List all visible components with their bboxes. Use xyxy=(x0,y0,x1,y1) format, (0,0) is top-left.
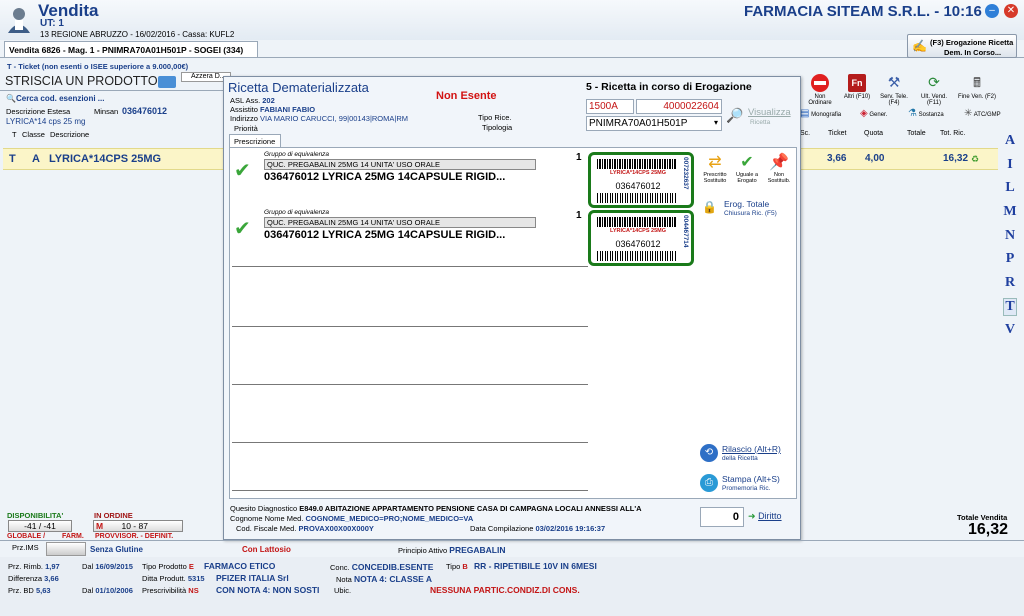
altri-button[interactable]: Fn Altri (F10) xyxy=(840,74,874,100)
minsan-value: 036476012 xyxy=(122,106,168,116)
table-header-right: Sc. Ticket Quota Totale Tot. Ric. xyxy=(800,130,966,137)
prescritto-sostituito-button[interactable]: ⇄ Prescritto Sostituito xyxy=(700,152,730,184)
index-letter[interactable]: A xyxy=(1003,133,1017,149)
product-desc: LYRICA*14 cps 25 mg xyxy=(6,117,86,126)
index-letter[interactable]: P xyxy=(1003,251,1017,267)
dialog-title: Ricetta Dematerializzata xyxy=(228,80,369,95)
swap-arrows-icon: ⇄ xyxy=(708,154,722,171)
close-icon[interactable]: ✕ xyxy=(1004,4,1018,18)
non-ordinare-button[interactable]: Non Ordinare xyxy=(802,74,838,106)
quantity: 1 xyxy=(576,152,582,163)
gruppo-equivalenza-field: QUC. PREGABALIN 25MG 14 UNITA' USO ORALE xyxy=(264,217,536,228)
cf-select[interactable]: PNIMRA70A01H501P ▾ xyxy=(586,116,722,131)
status-label: 5 - Ricetta in corso di Erogazione xyxy=(586,81,752,93)
product-name: 036476012 LYRICA 25MG 14CAPSULE RIGID... xyxy=(264,171,506,183)
non-sostituibile-button[interactable]: 📌 Non Sostituib. xyxy=(764,152,794,184)
region-code-field[interactable]: 1500A xyxy=(586,99,634,114)
product-details: Prz. Rimb. 1,97 Dal 16/09/2015 Tipo Prod… xyxy=(0,557,1024,616)
tab-prescrizione[interactable]: Prescrizione xyxy=(229,134,281,147)
totale-vendita: 16,32 xyxy=(968,521,1009,538)
cash-register-icon: 🖩 xyxy=(973,75,981,90)
cerca-esenzioni-link[interactable]: 🔍Cerca cod. esenzioni ... xyxy=(6,94,104,103)
in-ordine-value: M 10 - 87 xyxy=(93,520,183,532)
tab-vendita[interactable]: Vendita 6826 - Mag. 1 - PNIMRA70A01H501P… xyxy=(4,41,258,58)
checkmark-icon: ✔ xyxy=(234,218,251,240)
ult-vend-button[interactable]: ⟳ Ult. Vend. (F11) xyxy=(914,74,954,106)
pen-icon: ✍ xyxy=(912,39,927,53)
diritto-button[interactable]: ➜ Diritto xyxy=(748,511,782,522)
lock-icon: 🔒 xyxy=(702,200,717,214)
prescription-panel: ✔ Gruppo di equivalenza QUC. PREGABALIN 25… xyxy=(229,147,797,499)
index-letter[interactable]: T xyxy=(1003,298,1017,316)
checkmark-icon: ✔ xyxy=(740,154,754,171)
minsan-label: Minsan xyxy=(94,107,119,116)
gener-button[interactable]: ◈ Gener. xyxy=(860,108,900,119)
uguale-erogato-button[interactable]: ✔ Uguale a Erogato xyxy=(732,152,762,184)
printer-icon: ⎙ xyxy=(700,474,718,492)
prz-ims-field xyxy=(46,542,86,556)
index-letter[interactable]: R xyxy=(1003,275,1017,291)
barcode-label[interactable]: LYRICA*14CPS 25MG 036476012 004467714 xyxy=(588,210,694,266)
history-icon: ⟳ xyxy=(928,74,940,90)
pill-icon: ◈ xyxy=(860,108,868,119)
arrow-right-icon: ➜ xyxy=(748,511,756,521)
tools-icon: ⚒ xyxy=(887,74,901,90)
diritto-value[interactable]: 0 xyxy=(700,507,744,527)
no-entry-icon xyxy=(811,74,829,92)
monografia-button[interactable]: ▤ Monografia xyxy=(800,108,848,119)
scan-button[interactable] xyxy=(158,76,176,88)
desc-estesa-label: Descrizione Estesa xyxy=(6,107,71,116)
flask-icon: ⚗ xyxy=(908,108,917,119)
disponibilita-value: -41 / -41 xyxy=(8,520,72,532)
refresh-icon[interactable]: ♻ xyxy=(971,154,979,165)
barcode-bars xyxy=(597,159,677,169)
barcode-bars xyxy=(597,251,677,261)
app-header: Vendita UT: 1 13 REGIONE ABRUZZO - 16/02… xyxy=(0,0,1024,40)
index-letter[interactable]: M xyxy=(1003,204,1017,220)
index-letter[interactable]: L xyxy=(1003,180,1017,196)
checkmark-icon: ✔ xyxy=(234,160,251,182)
index-letter[interactable]: N xyxy=(1003,228,1017,244)
gruppo-equivalenza-field: QUC. PREGABALIN 25MG 14 UNITA' USO ORALE xyxy=(264,159,536,170)
stampa-button[interactable]: ⎙ Stampa (Alt+S) Promemoria Ric. xyxy=(700,472,796,496)
barcode-label[interactable]: LYRICA*14CPS 25MG 036476012 007232637 xyxy=(588,152,694,208)
ut-label: UT: 1 xyxy=(40,18,64,29)
fn-icon: Fn xyxy=(848,74,866,92)
sostanza-button[interactable]: ⚗ Sostanza xyxy=(908,108,956,119)
rilascio-button[interactable]: ⟲ Rilascio (Alt+R) della Ricetta xyxy=(700,442,796,466)
non-esente-label: Non Esente xyxy=(436,90,497,102)
ticket-note: T - Ticket (non esenti o ISEE superiore … xyxy=(7,62,189,71)
chevron-down-icon: ▾ xyxy=(713,118,718,127)
barcode-bars xyxy=(597,193,677,203)
toolbar-second: ▤ Monografia ◈ Gener. ⚗ Sostanza ✳ ATC/G… xyxy=(800,108,1020,126)
visualizza-button[interactable]: 🔎 Visualizza Ricetta xyxy=(726,105,796,131)
scan-label: STRISCIA UN PRODOTTO xyxy=(5,74,158,88)
pushpin-icon: 📌 xyxy=(769,154,789,171)
quantity: 1 xyxy=(576,210,582,221)
user-icon xyxy=(6,6,32,34)
search-icon: 🔍 xyxy=(6,94,16,103)
magnifier-icon: 🔎 xyxy=(726,107,744,123)
index-letter[interactable]: V xyxy=(1003,322,1017,338)
molecule-icon: ✳ xyxy=(964,108,973,119)
release-icon: ⟲ xyxy=(700,444,718,462)
atc-gmp-button[interactable]: ✳ ATC/GMP xyxy=(964,108,1014,119)
toolbar-top: Non Ordinare Fn Altri (F10) ⚒ Serv. Tele… xyxy=(802,74,1022,106)
ricetta-number-field[interactable]: 4000022604 xyxy=(636,99,722,114)
table-header-left: T Classe Descrizione xyxy=(12,130,90,139)
erogazione-ricetta-button[interactable]: ✍ (F3) Erogazione Ricetta Dem. In Corso.… xyxy=(907,34,1017,58)
barcode-bars xyxy=(597,217,677,227)
session-info: 13 REGIONE ABRUZZO - 16/02/2016 - Cassa:… xyxy=(40,30,235,39)
serv-tele-button[interactable]: ⚒ Serv. Tele. (F4) xyxy=(876,74,912,106)
fine-ven-button[interactable]: 🖩 Fine Ven. (F2) xyxy=(956,74,998,100)
erog-totale-button[interactable]: 🔒 Erog. Totale Chiusura Ric. (F5) xyxy=(702,198,796,220)
pharmacy-title: FARMACIA SITEAM S.R.L. - 10:16 xyxy=(744,3,982,20)
index-letter[interactable]: I xyxy=(1003,157,1017,173)
ricetta-dialog: Ricetta Dematerializzata Non Esente 5 - … xyxy=(223,76,801,540)
book-icon: ▤ xyxy=(800,108,810,119)
product-name: 036476012 LYRICA 25MG 14CAPSULE RIGID... xyxy=(264,229,506,241)
minimize-icon[interactable]: ‒ xyxy=(985,4,999,18)
